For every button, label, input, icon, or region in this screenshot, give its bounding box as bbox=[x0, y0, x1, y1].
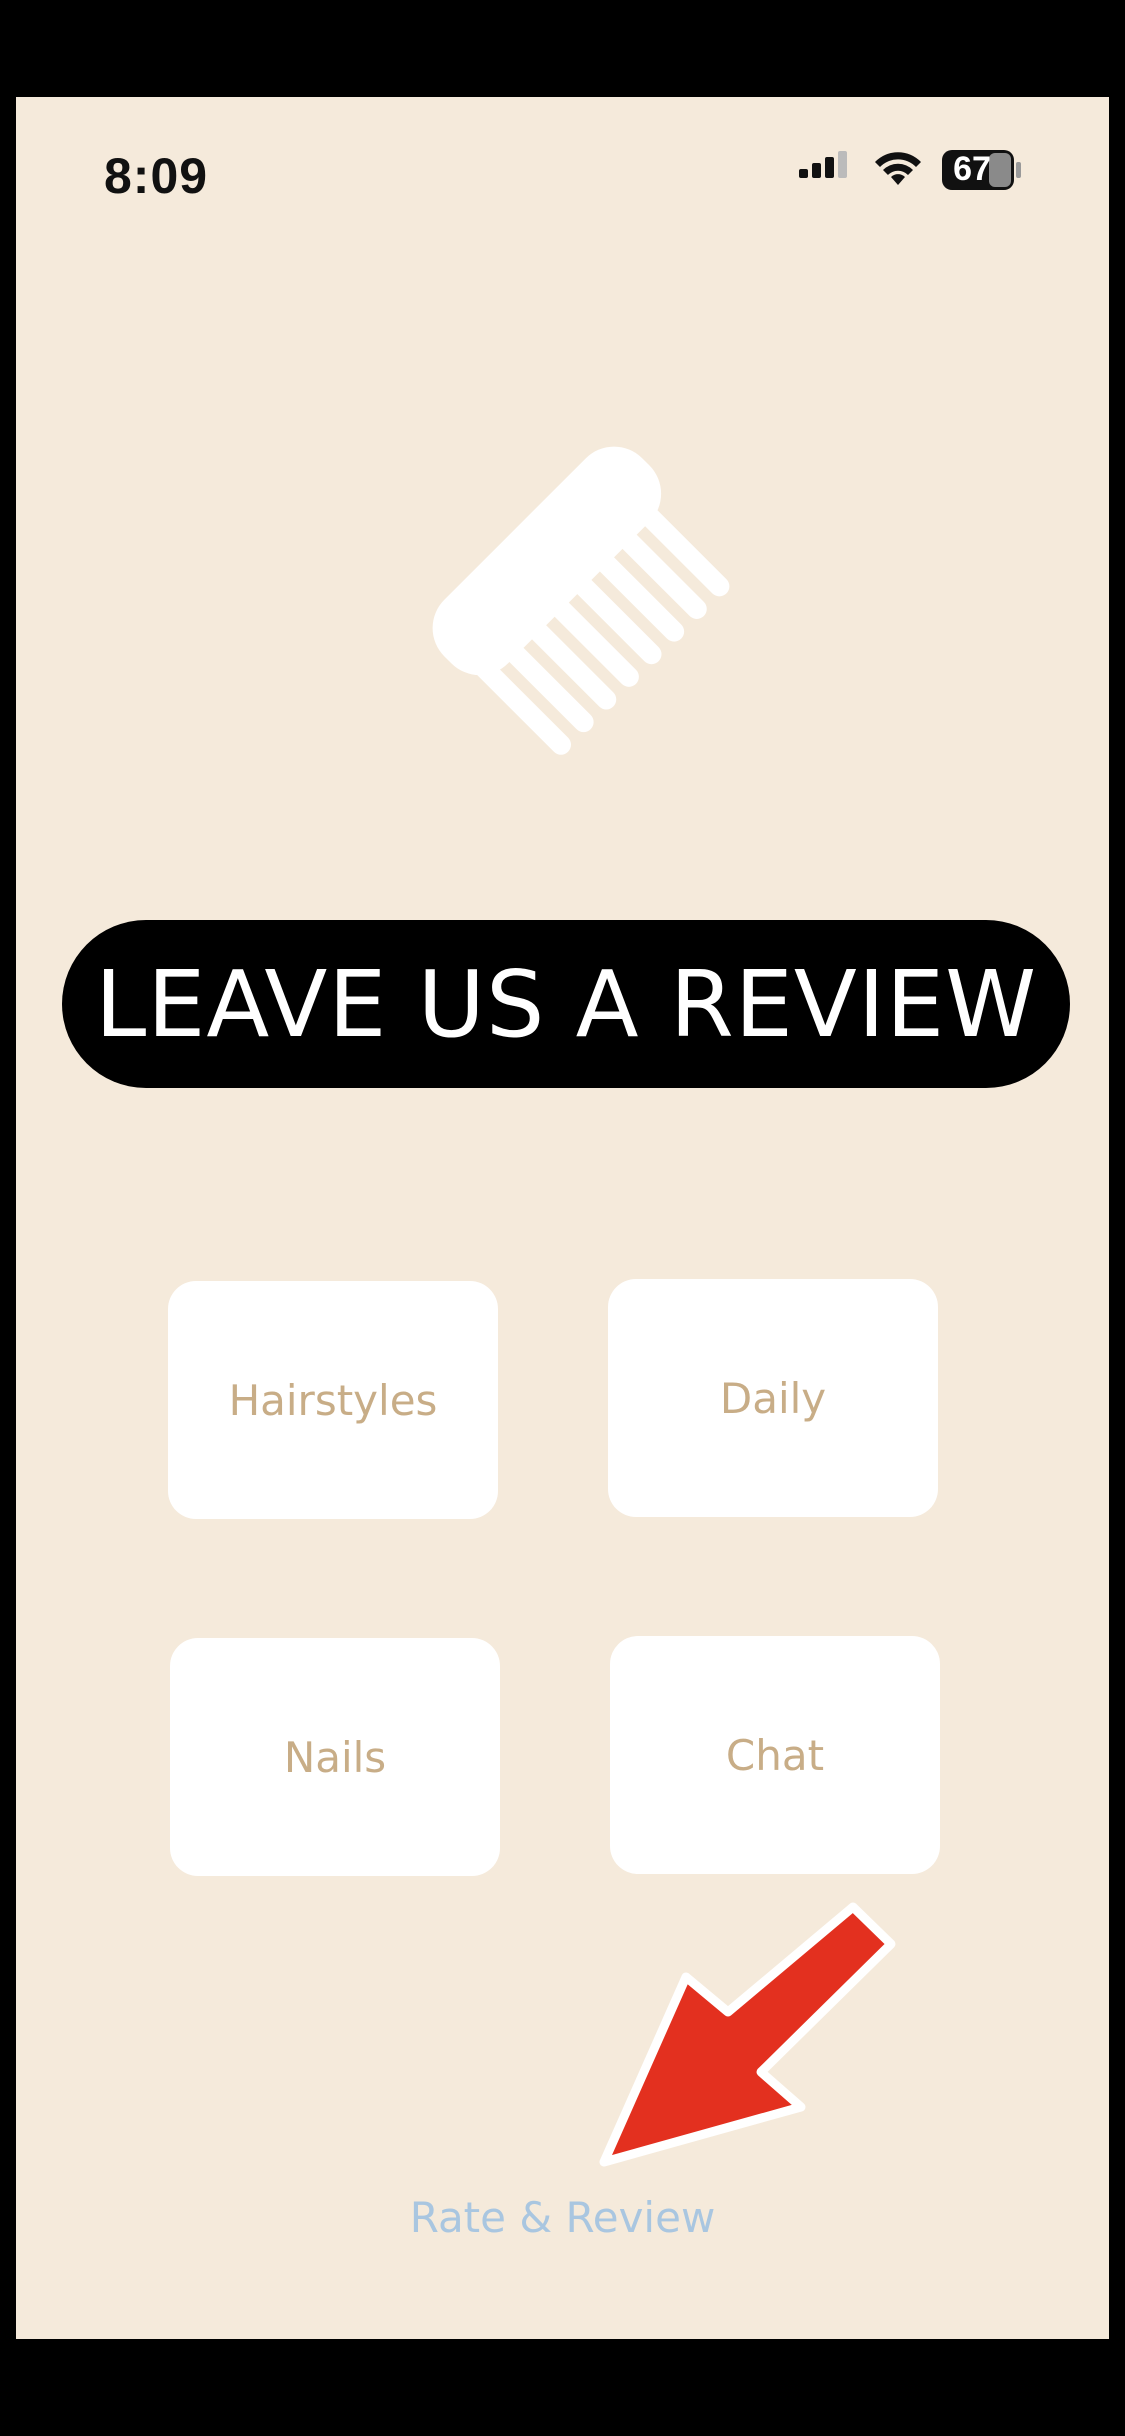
tile-label: Chat bbox=[725, 1730, 825, 1780]
battery-icon: 67 bbox=[941, 149, 1023, 196]
battery-level: 67 bbox=[953, 150, 991, 188]
wifi-icon bbox=[875, 152, 921, 185]
rate-review-link[interactable]: Rate & Review bbox=[16, 2193, 1109, 2242]
signal-icon bbox=[799, 151, 847, 178]
tile-label: Nails bbox=[283, 1732, 387, 1782]
tile-label: Hairstyles bbox=[228, 1375, 438, 1425]
comb-icon bbox=[432, 446, 730, 755]
menu-tile-daily[interactable]: Daily bbox=[608, 1279, 938, 1517]
menu-tile-nails[interactable]: Nails bbox=[170, 1638, 500, 1876]
menu-tile-chat[interactable]: Chat bbox=[610, 1636, 940, 1874]
app-screen: 8:09 67 LEAVE US A REVIEW Hairstyles Dai… bbox=[16, 97, 1109, 2339]
menu-tile-hairstyles[interactable]: Hairstyles bbox=[168, 1281, 498, 1519]
status-time: 8:09 bbox=[104, 148, 209, 204]
status-bar: 8:09 67 bbox=[16, 97, 1109, 247]
review-banner: LEAVE US A REVIEW bbox=[62, 920, 1070, 1088]
banner-text: LEAVE US A REVIEW bbox=[94, 950, 1038, 1058]
tile-label: Daily bbox=[719, 1373, 827, 1423]
